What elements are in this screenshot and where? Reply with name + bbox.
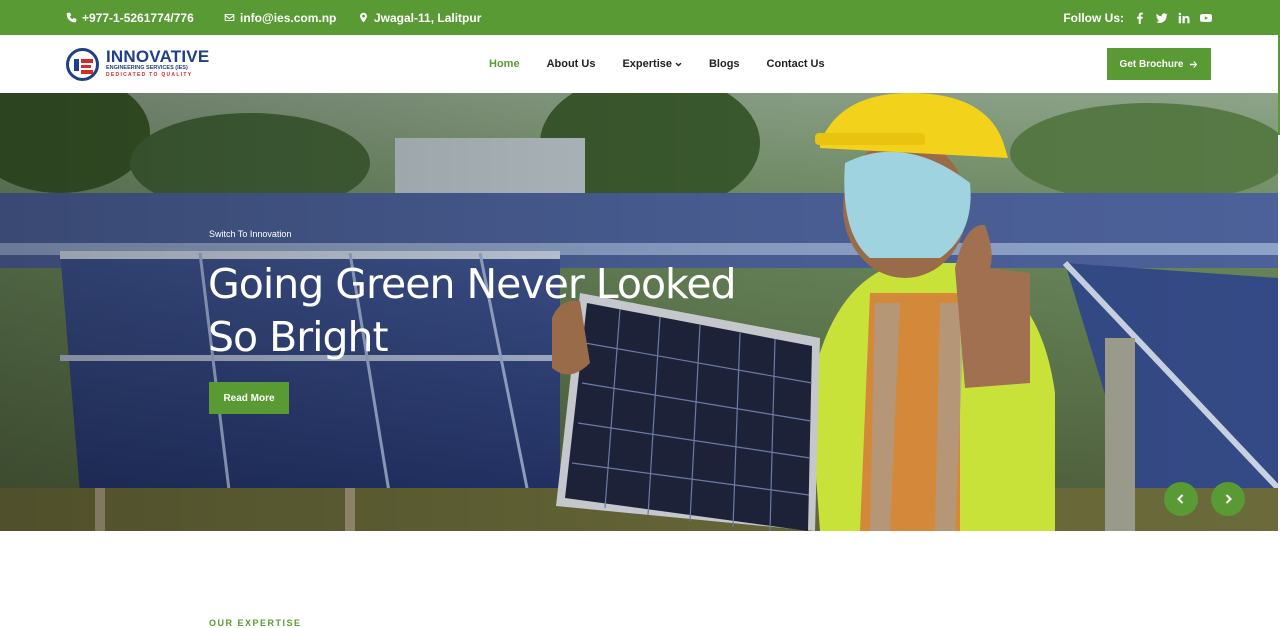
address-text: Jwagal-11, Lalitpur — [374, 10, 482, 25]
main-nav: Home About Us Expertise Blogs Contact Us — [489, 35, 852, 93]
hero-title: Going Green Never Looked So Bright — [208, 260, 737, 361]
chevron-down-icon — [675, 62, 682, 67]
slider-next-button[interactable] — [1211, 482, 1245, 516]
logo-mark-icon — [66, 48, 99, 81]
nav-about-label: About Us — [546, 58, 596, 70]
nav-expertise-label: Expertise — [622, 58, 672, 70]
arrow-right-icon — [1190, 60, 1198, 68]
email-text: info@ies.com.np — [240, 10, 337, 25]
map-pin-icon — [360, 12, 367, 23]
hero-subtitle: Switch To Innovation — [209, 229, 292, 239]
logo-tagline: DEDICATED TO QUALITY — [106, 72, 193, 78]
twitter-icon[interactable] — [1156, 12, 1168, 24]
logo-subtitle: ENGINEERING SERVICES (IES) — [106, 65, 188, 71]
nav-expertise[interactable]: Expertise — [622, 58, 682, 70]
get-brochure-button[interactable]: Get Brochure — [1107, 48, 1211, 80]
envelope-icon — [224, 14, 235, 21]
address-info: Jwagal-11, Lalitpur — [358, 0, 481, 35]
site-logo[interactable]: INNOVATIVE ENGINEERING SERVICES (IES) DE… — [66, 47, 210, 81]
social-follow: Follow Us: — [1063, 0, 1212, 35]
linkedin-icon[interactable] — [1178, 12, 1190, 24]
nav-home-label: Home — [489, 58, 520, 70]
phone-icon — [66, 12, 77, 23]
hero-slider: Switch To Innovation Going Green Never L… — [0, 93, 1278, 531]
chevron-right-icon — [1225, 494, 1232, 504]
nav-blogs[interactable]: Blogs — [709, 58, 740, 70]
follow-label: Follow Us: — [1063, 10, 1124, 25]
read-more-button[interactable]: Read More — [209, 382, 289, 414]
nav-blogs-label: Blogs — [708, 58, 740, 70]
section-label-our-expertise: OUR EXPERTISE — [209, 618, 302, 628]
slider-prev-button[interactable] — [1164, 482, 1198, 516]
brochure-label: Get Brochure — [1119, 58, 1184, 70]
facebook-icon[interactable] — [1134, 12, 1146, 24]
top-bar: +977-1-5261774/776 info@ies.com.np Jwaga… — [0, 0, 1280, 35]
phone-info[interactable]: +977-1-5261774/776 — [66, 0, 194, 35]
logo-title: INNOVATIVE — [106, 47, 210, 66]
chevron-left-icon — [1177, 494, 1184, 504]
nav-contact-us[interactable]: Contact Us — [767, 58, 825, 70]
nav-home[interactable]: Home — [489, 58, 520, 70]
nav-contact-label: Contact Us — [766, 58, 825, 70]
email-info[interactable]: info@ies.com.np — [224, 0, 336, 35]
phone-text: +977-1-5261774/776 — [82, 10, 194, 25]
youtube-icon[interactable] — [1200, 12, 1212, 24]
site-header: INNOVATIVE ENGINEERING SERVICES (IES) DE… — [0, 35, 1278, 93]
nav-about-us[interactable]: About Us — [547, 58, 596, 70]
